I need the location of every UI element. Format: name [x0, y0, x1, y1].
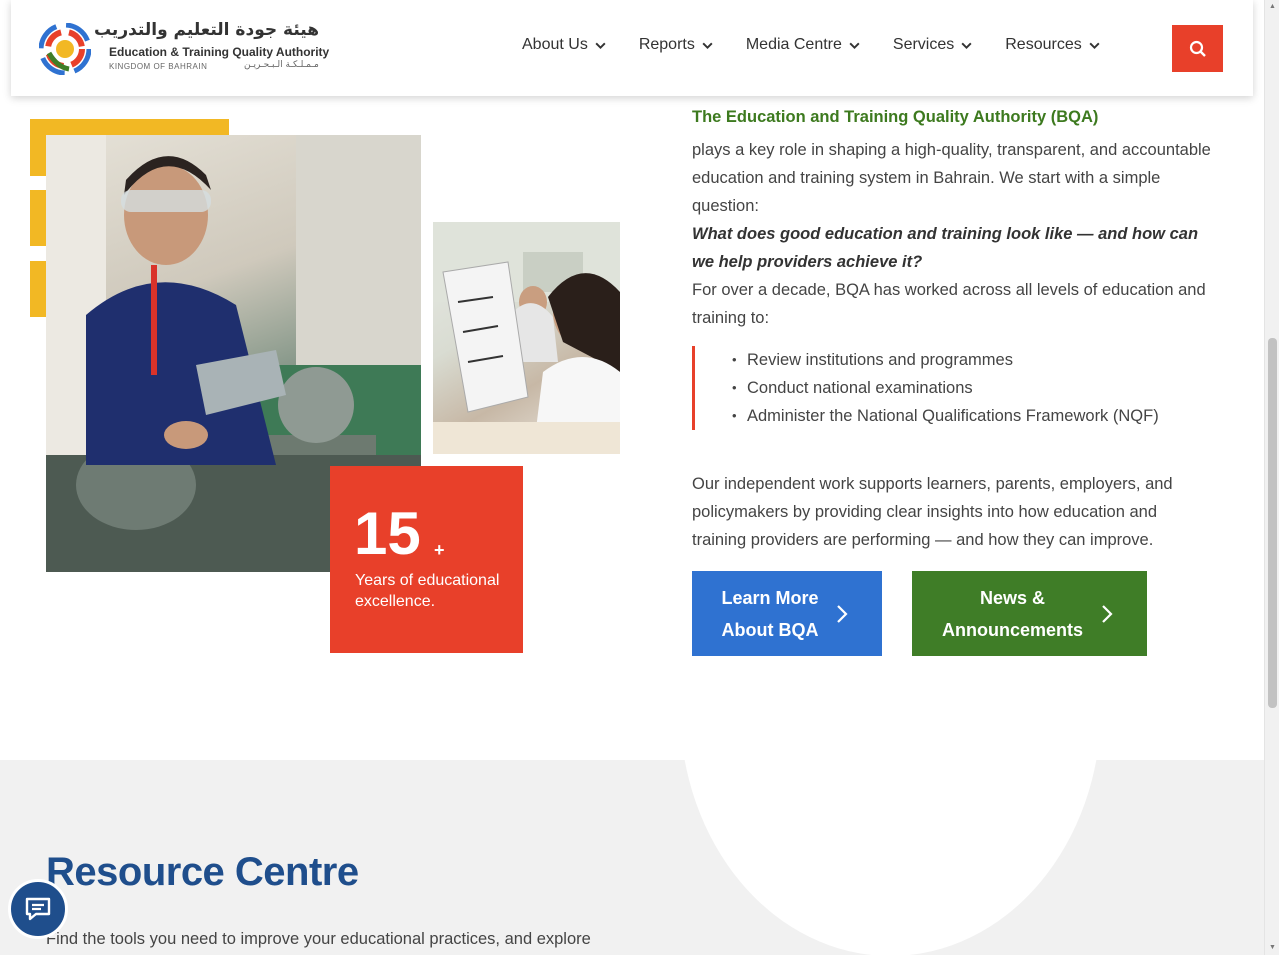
nav-resources[interactable]: Resources — [1005, 36, 1100, 54]
learn-more-button[interactable]: Learn More About BQA — [692, 571, 882, 656]
nav-label: Services — [892, 36, 955, 53]
logo-arabic-text: هيئة جودة التعليم والتدريب — [93, 20, 319, 40]
list-item: Review institutions and programmes — [732, 346, 1159, 374]
chevron-down-icon — [595, 42, 606, 49]
chevron-down-icon — [961, 42, 972, 49]
chevron-down-icon — [702, 42, 713, 49]
nav-about-us[interactable]: About Us — [522, 36, 607, 54]
chevron-right-icon — [837, 604, 848, 623]
about-section: The Education and Training Quality Autho… — [692, 103, 1212, 332]
list-item: Administer the National Qualifications F… — [732, 402, 1159, 430]
nav-label: Media Centre — [745, 36, 842, 53]
nav-services[interactable]: Services — [893, 36, 973, 54]
news-announcements-label: News & Announcements — [941, 587, 1083, 640]
nav-label: Reports — [638, 36, 695, 53]
chevron-right-icon — [1102, 604, 1113, 623]
stat-label: Years of educational excellence. — [355, 572, 500, 610]
years-stat-card: 15 + Years of educational excellence. — [330, 466, 523, 653]
about-bullet-list: Review institutions and programmes Condu… — [692, 346, 1159, 430]
resource-centre-title: Resource Centre — [46, 850, 359, 894]
nav-label: Resources — [1005, 36, 1082, 53]
chat-button[interactable] — [8, 879, 68, 939]
chat-icon — [25, 897, 51, 921]
bqa-logo[interactable]: هيئة جودة التعليم والتدريب Education & T… — [39, 20, 329, 76]
about-decade: For over a decade, BQA has worked across… — [692, 281, 1206, 327]
page-scrollbar[interactable]: ▲ ▼ — [1264, 0, 1279, 955]
scroll-thumb[interactable] — [1268, 338, 1277, 708]
resource-centre-text: Find the tools you need to improve your … — [46, 930, 591, 948]
about-intro: plays a key role in shaping a high-quali… — [692, 141, 1211, 215]
site-header: هيئة جودة التعليم والتدريب Education & T… — [11, 0, 1253, 96]
about-question: What does good education and training lo… — [692, 225, 1199, 271]
learn-more-label: Learn More About BQA — [721, 587, 819, 640]
logo-subtitle-arabic: مـمـلـكـة الـبـحـريـن — [244, 60, 319, 70]
main-nav: About Us Reports Media Centre Services R… — [522, 36, 1133, 54]
resource-centre-section: Resource Centre Find the tools you need … — [0, 760, 1264, 955]
search-button[interactable] — [1172, 25, 1223, 72]
nav-media-centre[interactable]: Media Centre — [746, 36, 861, 54]
nav-reports[interactable]: Reports — [639, 36, 714, 54]
scroll-down-arrow-icon[interactable]: ▼ — [1268, 943, 1277, 952]
child-classroom-photo — [433, 222, 620, 454]
search-icon — [1189, 40, 1206, 57]
scroll-up-arrow-icon[interactable]: ▲ — [1268, 2, 1277, 11]
decorative-circle — [680, 760, 1101, 955]
chevron-down-icon — [1089, 42, 1100, 49]
logo-english-text: Education & Training Quality Authority — [109, 45, 330, 59]
logo-subtitle: KINGDOM OF BAHRAIN — [109, 62, 208, 71]
list-item: Conduct national examinations — [732, 374, 1159, 402]
chevron-down-icon — [849, 42, 860, 49]
news-announcements-button[interactable]: News & Announcements — [912, 571, 1147, 656]
stat-number: 15 — [354, 500, 421, 567]
about-title: The Education and Training Quality Autho… — [692, 108, 1099, 126]
classroom-illustration — [433, 222, 620, 454]
bqa-logo-icon — [39, 23, 91, 75]
stat-plus: + — [434, 540, 445, 560]
nav-label: About Us — [522, 36, 588, 53]
about-closing: Our independent work supports learners, … — [692, 475, 1173, 549]
